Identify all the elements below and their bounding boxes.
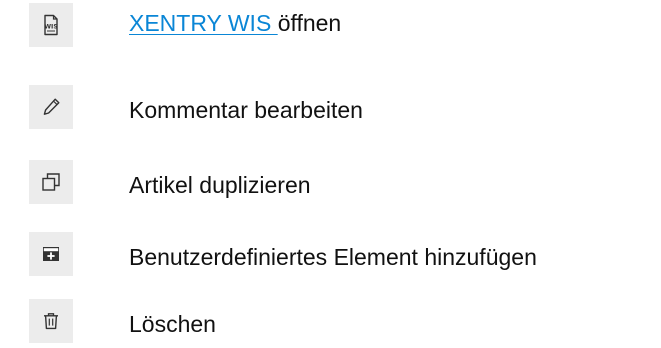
context-menu: WIS XENTRY WIS öffnen Kommentar bearbeit… <box>0 0 661 348</box>
menu-item-label: Artikel duplizieren <box>129 172 311 198</box>
menu-item-duplicate-article[interactable]: Artikel duplizieren <box>0 157 661 209</box>
menu-item-label: Benutzerdefiniertes Element hinzufügen <box>129 244 537 270</box>
menu-item-label-suffix: öffnen <box>277 10 342 36</box>
xentry-wis-link[interactable]: XENTRY WIS <box>129 10 278 36</box>
menu-item-open-xentry-wis[interactable]: WIS XENTRY WIS öffnen <box>0 0 661 52</box>
trash-icon <box>29 299 73 343</box>
wis-icon-text: WIS <box>44 24 58 31</box>
add-custom-element-icon <box>29 232 73 276</box>
menu-item-label: Kommentar bearbeiten <box>129 97 363 123</box>
menu-item-edit-comment[interactable]: Kommentar bearbeiten <box>0 76 661 129</box>
pencil-icon <box>29 85 73 129</box>
duplicate-icon <box>29 160 73 204</box>
menu-item-label: Löschen <box>129 311 216 337</box>
menu-item-add-custom-element[interactable]: Benutzerdefiniertes Element hinzufügen <box>0 220 661 276</box>
menu-item-label: XENTRY WIS öffnen <box>129 8 341 38</box>
menu-item-delete[interactable]: Löschen <box>0 296 661 348</box>
wis-document-icon: WIS <box>29 3 73 47</box>
